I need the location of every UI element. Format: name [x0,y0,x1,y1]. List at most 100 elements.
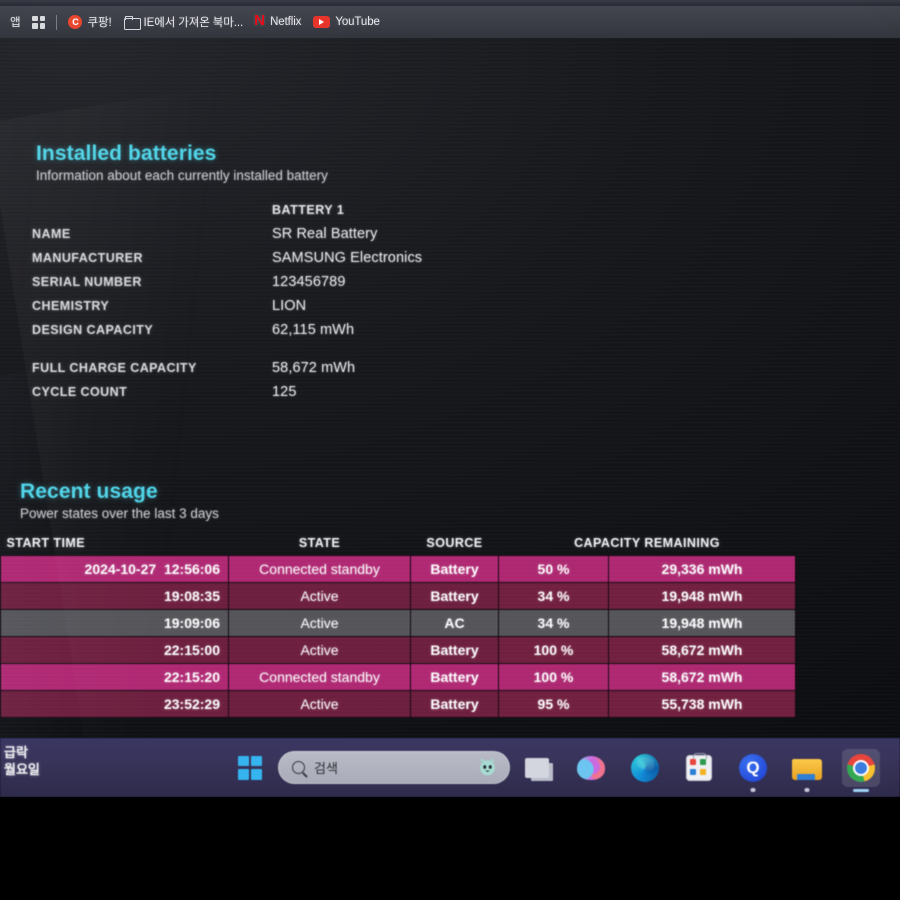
installed-batteries-table: BATTERY 1 NAME SR Real Battery MANUFACTU… [32,198,592,404]
cell-percent: 95 % [498,690,609,718]
search-icon [292,761,305,774]
table-row: 19:09:06 Active AC 34 % 19,948 mWh [0,609,796,637]
task-view-button[interactable] [518,749,556,787]
battery-info-row: MANUFACTURER SAMSUNG Electronics [32,246,592,270]
empty-cell [32,198,272,222]
bookmark-label: YouTube [335,16,380,28]
field-value: 125 [272,384,297,400]
field-value: SR Real Battery [272,226,378,242]
field-label: CHEMISTRY [32,299,110,313]
chrome-button[interactable] [842,748,880,787]
bookmark-ie-folder[interactable]: IE에서 가져온 북마... [118,10,250,34]
field-value: 62,115 mWh [272,322,355,338]
installed-batteries-title: Installed batteries [36,142,217,165]
bookmark-apps-grid[interactable] [26,10,51,34]
snipping-tool-button[interactable] [896,749,900,787]
netflix-icon [254,13,265,30]
cell-start-time: 2024-10-27 12:56:06 [0,555,229,583]
bookmark-apps[interactable]: 앱 [4,10,26,34]
bookmark-netflix[interactable]: Netflix [249,10,307,34]
cell-time: 19:09:06 [163,615,220,631]
cell-start-time: 23:52:29 [0,690,229,718]
cell-percent: 100 % [498,663,609,691]
cell-capacity: 55,738 mWh [608,690,796,718]
battery-info-row: CYCLE COUNT 125 [32,380,592,404]
cell-time: 19:08:35 [163,588,220,604]
recent-usage-table-wrap: START TIME STATE SOURCE CAPACITY REMAINI… [0,536,796,718]
recent-usage-table: START TIME STATE SOURCE CAPACITY REMAINI… [0,536,796,718]
cell-capacity: 19,948 mWh [608,582,796,610]
screen-photo: 앱 C 쿠팡! IE에서 가져온 북마... Netflix YouTube I… [0,0,900,900]
blue-app-button[interactable] [734,749,772,787]
search-box[interactable]: 검색 [278,751,510,784]
field-value: 123456789 [272,274,346,290]
copilot-button[interactable] [572,749,610,787]
field-label: MANUFACTURER [32,251,143,265]
cell-state: Active [228,582,411,610]
file-explorer-button[interactable] [788,749,826,787]
battery-column-header: BATTERY 1 [272,203,345,217]
cell-state: Active [228,690,411,718]
cell-state: Connected standby [228,555,411,583]
start-button[interactable] [238,755,262,780]
copilot-icon [577,755,605,780]
installed-batteries-subtitle: Information about each currently install… [36,168,328,183]
cell-time: 22:15:20 [163,669,220,685]
table-row: 22:15:20 Connected standby Battery 100 %… [0,663,796,691]
header-capacity-remaining: CAPACITY REMAINING [574,536,720,550]
blue-app-icon [739,753,767,782]
recent-usage-subtitle: Power states over the last 3 days [20,506,219,521]
bookmark-label: 쿠팡! [87,17,112,29]
battery-column-header-row: BATTERY 1 [32,198,592,222]
usage-header-row: START TIME STATE SOURCE CAPACITY REMAINI… [1,536,796,556]
task-view-icon [525,757,549,778]
battery-info-row: SERIAL NUMBER 123456789 [32,270,592,294]
field-value: LION [272,298,307,314]
table-row: 19:08:35 Active Battery 34 % 19,948 mWh [0,582,796,610]
cell-source: AC [410,609,499,637]
cell-percent: 34 % [498,609,609,637]
cell-percent: 50 % [498,555,609,583]
battery-info-row: DESIGN CAPACITY 62,115 mWh [32,318,592,342]
cell-capacity: 58,672 mWh [608,636,796,664]
bookmark-youtube[interactable]: YouTube [307,10,386,34]
battery-report-page: Installed batteries Information about ea… [0,38,900,738]
table-row: 2024-10-27 12:56:06 Connected standby Ba… [0,555,796,583]
field-label: DESIGN CAPACITY [32,323,154,337]
header-source: SOURCE [426,536,483,550]
cell-state: Active [228,609,411,637]
edge-button[interactable] [626,749,664,787]
microsoft-store-icon [686,752,712,781]
cell-source: Battery [410,663,499,691]
field-label: SERIAL NUMBER [32,275,142,289]
field-label: FULL CHARGE CAPACITY [32,361,197,375]
cell-source: Battery [410,582,499,610]
header-state: STATE [298,536,341,550]
file-explorer-icon [792,757,822,780]
bookmark-coupang[interactable]: C 쿠팡! [62,10,117,34]
microsoft-store-button[interactable] [680,749,718,787]
chrome-icon [847,753,875,782]
battery-info-row: FULL CHARGE CAPACITY 58,672 mWh [32,356,592,380]
field-value: SAMSUNG Electronics [272,250,423,266]
field-label: CYCLE COUNT [32,385,128,399]
bookmark-divider [56,14,58,30]
folder-icon [123,16,141,30]
battery-info-row: NAME SR Real Battery [32,222,592,246]
monitor-bottom-bezel [0,797,900,900]
apps-label: 앱 [10,17,21,29]
cell-capacity: 29,336 mWh [608,555,796,583]
coupang-icon: C [68,15,83,29]
browser-bookmarks-bar: 앱 C 쿠팡! IE에서 가져온 북마... Netflix YouTube [0,6,900,38]
cell-start-time: 22:15:20 [0,663,229,691]
battery-info-row: CHEMISTRY LION [32,294,592,318]
field-value: 58,672 mWh [272,360,356,376]
cell-state: Active [228,636,411,664]
cell-time: 22:15:00 [163,642,220,658]
cell-time: 12:56:06 [163,561,220,577]
table-row: 23:52:29 Active Battery 95 % 55,738 mWh [0,690,796,718]
cell-start-time: 19:09:06 [0,609,229,637]
overlay-line-2: 월요일 [4,762,40,777]
cell-source: Battery [410,690,499,718]
cell-capacity: 58,672 mWh [608,663,796,691]
